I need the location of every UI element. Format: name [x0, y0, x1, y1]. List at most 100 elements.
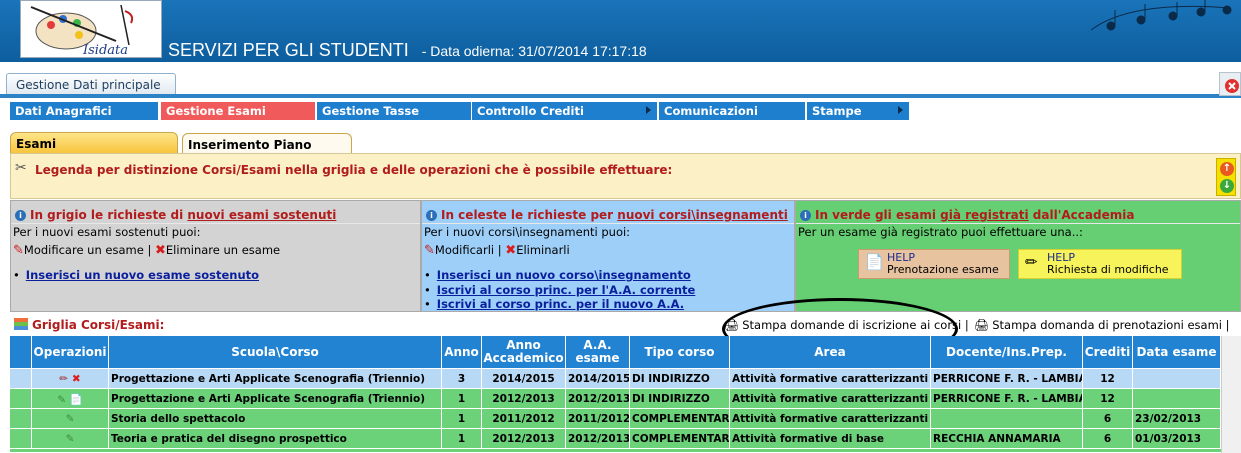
row-selector[interactable]	[10, 369, 32, 388]
bullet: •	[424, 297, 431, 311]
menu-label: Comunicazioni	[664, 104, 758, 118]
cell-aa: 2014/2015	[482, 369, 566, 388]
row-operations: ✏ ✖	[32, 369, 109, 388]
menu-stampe[interactable]: Stampe	[807, 102, 909, 120]
cell-data	[1133, 369, 1221, 388]
scroll-arrows: ↑ ↓	[1216, 158, 1236, 196]
cell-aa: 2012/2013	[482, 389, 566, 408]
printer-icon: 🖨	[974, 318, 990, 332]
current-date: - Data odierna: 31/07/2014 17:17:18	[421, 43, 647, 59]
panel-esami-registrati: i In verde gli esami già registrati dall'…	[795, 200, 1241, 312]
tab-gestione-dati-principale[interactable]: Gestione Dati principale	[6, 73, 176, 95]
cell-aa: 2012/2013	[482, 429, 566, 448]
row-operations: ✎	[32, 429, 109, 448]
menu-gestione-tasse[interactable]: Gestione Tasse	[317, 102, 471, 120]
cell-tipo: DI INDIRIZZO	[630, 369, 730, 388]
cell-crediti: 12	[1083, 369, 1133, 388]
col-area: Area	[730, 336, 931, 368]
bullet: •	[13, 268, 20, 282]
col-selector	[10, 336, 32, 368]
panel-blue-link-1: • Inserisci un nuovo corso\insegnamento	[424, 268, 691, 282]
row-selector[interactable]	[10, 409, 32, 428]
richiesta-modifiche-button[interactable]: ✏ HELP Richiesta di modifiche	[1018, 249, 1182, 279]
cell-corso: Progettazione e Arti Applicate Scenograf…	[109, 389, 442, 408]
pencil-green-icon[interactable]: ✎	[57, 394, 66, 406]
menu-comunicazioni[interactable]: Comunicazioni	[659, 102, 805, 120]
tab-esami[interactable]: Esami	[10, 132, 178, 154]
col-tipo-corso: Tipo corso	[630, 336, 730, 368]
col-anno-accademico: Anno Accademico	[482, 336, 566, 368]
app-header: Isidata SERVIZI PER GLI STUDENTI - Data …	[0, 0, 1241, 62]
panel-blue-actions: ✎Modificarli | ✖Eliminarli	[424, 243, 570, 258]
panel-gray-intro: Per i nuovi esami sostenuti puoi:	[13, 225, 201, 239]
cell-corso: Storia dello spettacolo	[109, 409, 442, 428]
menu-gestione-esami[interactable]: Gestione Esami	[161, 102, 315, 120]
panel-divider	[11, 223, 420, 224]
delete-icon[interactable]: ✖	[72, 373, 81, 385]
link-inserisci-corso[interactable]: Inserisci un nuovo corso\insegnamento	[437, 268, 691, 282]
prenotazione-label: Prenotazione esame	[887, 263, 999, 276]
row-selector[interactable]	[10, 389, 32, 408]
info-icon: i	[800, 210, 811, 221]
table-row[interactable]: ✎ 📄 Progettazione e Arti Applicate Sceno…	[10, 389, 1221, 409]
row-selector[interactable]	[10, 429, 32, 448]
prenotazione-esame-button[interactable]: 📄 HELP Prenotazione esame	[858, 249, 1010, 279]
panel-green-intro: Per un esame già registrato puoi effettu…	[798, 225, 1083, 239]
separator: |	[1225, 318, 1230, 332]
panel-blue-link-2: • Iscrivi al corso princ. per l'A.A. corr…	[424, 283, 695, 297]
legend-text: Legenda per distinzione Corsi/Esami nell…	[35, 163, 673, 177]
separator: |	[964, 318, 969, 332]
menu-label: Dati Anagrafici	[15, 104, 112, 118]
col-aa-esame: A.A. esame	[566, 336, 630, 368]
cell-docente: PERRICONE F. R. - LAMBIASE	[931, 389, 1083, 408]
arrow-down-icon[interactable]: ↓	[1220, 179, 1234, 193]
col-anno: Anno	[442, 336, 482, 368]
cell-docente: RECCHIA ANNAMARIA	[931, 429, 1083, 448]
info-icon: i	[426, 210, 437, 221]
cell-anno: 1	[442, 429, 482, 448]
cell-area: Attività formative caratterizzanti	[730, 369, 931, 388]
col-docente: Docente/Ins.Prep.	[931, 336, 1083, 368]
menu-label: Gestione Tasse	[322, 104, 420, 118]
tab-inserimento-piano-studi[interactable]: Inserimento Piano Studi	[182, 133, 352, 166]
pencil-green-icon[interactable]: ✎	[66, 433, 75, 445]
print-prenotazioni-link[interactable]: 🖨 Stampa domanda di prenotazioni esami |	[974, 318, 1230, 332]
link-iscrivi-nuovo-aa[interactable]: Iscrivi al corso princ. per il nuovo A.A…	[437, 297, 684, 311]
page-title: SERVIZI PER GLI STUDENTI - Data odierna:…	[168, 40, 647, 61]
document-icon: 📄	[865, 253, 884, 271]
grid-scrollbar[interactable]	[1221, 336, 1241, 453]
table-row[interactable]: ✏ ✖ Progettazione e Arti Applicate Sceno…	[10, 369, 1221, 389]
cell-tipo: DI INDIRIZZO	[630, 389, 730, 408]
close-window-button[interactable]	[1219, 72, 1241, 96]
submenu-arrow-icon	[646, 106, 651, 114]
modify-label: Modificare un esame	[23, 243, 144, 257]
edit-icon[interactable]: ✏	[59, 373, 68, 385]
panel-title-prefix: In verde gli esami	[815, 208, 941, 222]
cell-docente: PERRICONE F. R. - LAMBIASE	[931, 369, 1083, 388]
grid-title-text: Griglia Corsi/Esami:	[32, 318, 165, 332]
panel-gray-title: i In grigio le richieste di nuovi esami s…	[15, 208, 336, 222]
col-scuola-corso: Scuola\Corso	[109, 336, 442, 368]
table-row[interactable]: ✎ Storia dello spettacolo 1 2011/2012 20…	[10, 409, 1221, 429]
cell-docente	[931, 409, 1083, 428]
bullet: •	[424, 283, 431, 297]
info-icon: i	[15, 210, 26, 221]
link-inserisci-esame[interactable]: Inserisci un nuovo esame sostenuto	[26, 268, 259, 282]
arrow-up-icon[interactable]: ↑	[1220, 162, 1234, 176]
music-notes-icon	[1090, 0, 1232, 31]
panel-blue-intro: Per i nuovi corsi\insegnamenti puoi:	[424, 225, 631, 239]
cell-data	[1133, 389, 1221, 408]
cell-aa-esame: 2011/2012	[566, 409, 630, 428]
menu-dati-anagrafici[interactable]: Dati Anagrafici	[10, 102, 158, 120]
svg-text:Isidata: Isidata	[82, 43, 128, 58]
table-row[interactable]: ✎ Teoria e pratica del disegno prospetti…	[10, 429, 1221, 449]
richiesta-label: Richiesta di modifiche	[1047, 263, 1169, 276]
pencil-green-icon[interactable]: ✎	[66, 413, 75, 425]
link-iscrivi-aa-corrente[interactable]: Iscrivi al corso princ. per l'A.A. corre…	[437, 283, 696, 297]
document-icon[interactable]: 📄	[70, 394, 83, 406]
cell-corso: Progettazione e Arti Applicate Scenograf…	[109, 369, 442, 388]
menu-controllo-crediti[interactable]: Controllo Crediti	[472, 102, 657, 120]
col-operazioni: Operazioni	[32, 336, 109, 368]
pencil-icon: ✏	[1025, 253, 1038, 271]
separator: |	[147, 243, 152, 257]
